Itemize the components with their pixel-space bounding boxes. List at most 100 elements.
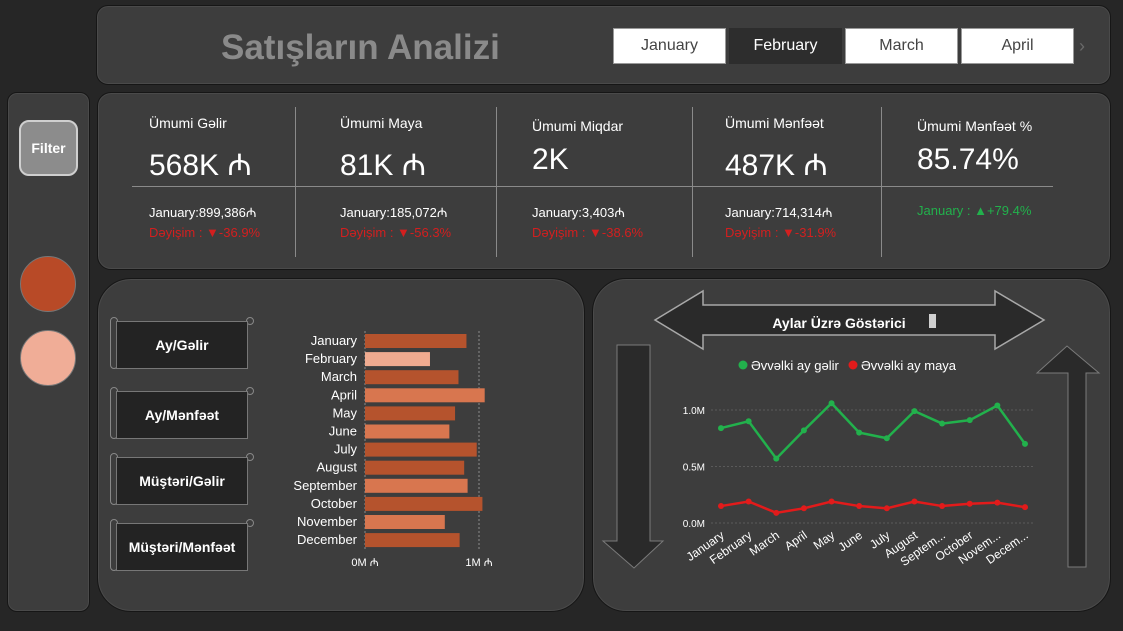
tab-march[interactable]: March <box>845 28 958 64</box>
line-point[interactable] <box>745 418 752 425</box>
bar[interactable] <box>365 334 467 348</box>
kpi-title: Ümumi Mənfəət % <box>917 118 1033 134</box>
line-point[interactable] <box>883 435 890 442</box>
line-point[interactable] <box>939 420 946 427</box>
line-point[interactable] <box>883 505 890 512</box>
down-arrow-icon <box>601 344 665 569</box>
line-point[interactable] <box>800 505 807 512</box>
bar-category-label: October <box>311 496 358 511</box>
bar[interactable] <box>365 352 430 367</box>
kpi-change: Dəyişim : ▼-56.3% <box>340 225 452 240</box>
sidebar: Filter <box>7 92 90 612</box>
kpi-previous: January:714,314₼ <box>725 205 833 220</box>
bar[interactable] <box>365 442 477 457</box>
line-point[interactable] <box>856 429 863 436</box>
kpi-value: 487K ₼ <box>725 149 828 182</box>
dark-orange-circle[interactable] <box>20 256 76 312</box>
chevron-right-icon[interactable]: › <box>1079 36 1085 57</box>
line-point[interactable] <box>1022 440 1028 447</box>
bar[interactable] <box>365 496 483 511</box>
bar-category-label: August <box>317 460 358 475</box>
tab-february[interactable]: February <box>729 28 842 64</box>
ay-menfeet-button[interactable]: Ay/Mənfəət <box>110 387 254 439</box>
tab-april[interactable]: April <box>961 28 1074 64</box>
line-point[interactable] <box>911 498 918 505</box>
line-x-tick: March <box>747 528 782 559</box>
line-point[interactable] <box>994 499 1001 506</box>
kpi-divider <box>692 107 693 257</box>
bar[interactable] <box>365 406 456 421</box>
line-point[interactable] <box>718 425 724 432</box>
line-point[interactable] <box>966 500 973 507</box>
line-point[interactable] <box>994 402 1001 409</box>
light-orange-circle[interactable] <box>20 330 76 386</box>
kpi-title: Ümumi Mənfəət <box>725 115 824 131</box>
line-chart-title: Aylar Üzrə Göstərici <box>772 315 905 331</box>
button-label: Müştəri/Mənfəət <box>116 523 248 571</box>
line-point[interactable] <box>939 503 946 510</box>
line-point[interactable] <box>800 427 807 434</box>
page-title: Satışların Analizi <box>221 28 500 67</box>
month-tabs: January February March April <box>613 28 1074 64</box>
bar[interactable] <box>365 370 459 385</box>
kpi-previous: January:3,403₼ <box>532 205 625 220</box>
line-point[interactable] <box>966 417 973 424</box>
legend-label: Əvvəlki ay gəlir <box>751 358 839 373</box>
ay-gelir-button[interactable]: Ay/Gəlir <box>110 317 254 369</box>
bar-category-label: March <box>321 369 357 384</box>
kpi-title: Ümumi Miqdar <box>532 118 624 134</box>
bar[interactable] <box>365 460 465 475</box>
line-y-tick: 1.0M <box>683 406 705 417</box>
line-point[interactable] <box>828 498 835 505</box>
line-point[interactable] <box>828 400 835 407</box>
line-series[interactable] <box>720 401 1027 461</box>
kpi-divider <box>295 107 296 257</box>
line-point[interactable] <box>718 503 724 510</box>
header-panel: Satışların Analizi January February Marc… <box>96 5 1111 85</box>
kpi-change: January : ▲+79.4% <box>917 203 1032 218</box>
line-point[interactable] <box>745 498 752 505</box>
line-y-tick: 0.5M <box>683 463 705 474</box>
line-x-tick: April <box>782 528 810 553</box>
line-point[interactable] <box>773 509 780 516</box>
kpi-divider <box>496 107 497 257</box>
kpi-change: Dəyişim : ▼-36.9% <box>149 225 261 240</box>
button-label: Ay/Gəlir <box>116 321 248 369</box>
kpi-title: Ümumi Gəlir <box>149 115 227 131</box>
bar[interactable] <box>365 388 485 403</box>
monthly-indicator-line-chart: Aylar Üzrə Göstərici Əvvəlki ay gəlir Əvv… <box>601 289 1101 569</box>
line-x-tick: May <box>811 528 838 552</box>
bar-category-label: December <box>297 532 358 547</box>
bar-category-label: April <box>331 387 357 402</box>
bar-category-label: June <box>329 424 357 439</box>
bar-chart-panel: Ay/Gəlir Ay/Mənfəət Müştəri/Gəlir Müştər… <box>97 278 585 612</box>
filter-button[interactable]: Filter <box>19 120 78 176</box>
kpi-title: Ümumi Maya <box>340 115 423 131</box>
button-label: Ay/Mənfəət <box>116 391 248 439</box>
kpi-divider <box>132 186 1053 187</box>
bar-x-tick: 0M ₼ <box>351 557 378 569</box>
legend-label: Əvvəlki ay maya <box>861 358 957 373</box>
kpi-value: 81K ₼ <box>340 149 427 182</box>
legend-marker <box>738 360 748 370</box>
legend-marker <box>848 360 858 370</box>
kpi-divider <box>881 107 882 257</box>
kpi-previous: January:899,386₼ <box>149 205 257 220</box>
bar[interactable] <box>365 515 445 529</box>
line-series[interactable] <box>720 500 1026 515</box>
bar[interactable] <box>365 478 468 493</box>
bar[interactable] <box>365 533 460 548</box>
line-chart-legend: Əvvəlki ay gəlir Əvvəlki ay maya <box>738 358 957 373</box>
musteri-menfeet-button[interactable]: Müştəri/Mənfəət <box>110 519 254 571</box>
musteri-gelir-button[interactable]: Müştəri/Gəlir <box>110 453 254 505</box>
line-point[interactable] <box>911 408 918 415</box>
cursor-marker <box>929 314 936 328</box>
line-point[interactable] <box>773 455 780 462</box>
line-point[interactable] <box>1022 504 1028 511</box>
bar-category-label: September <box>293 478 357 493</box>
tab-january[interactable]: January <box>613 28 726 64</box>
line-point[interactable] <box>856 503 863 510</box>
kpi-value: 85.74% <box>917 143 1019 176</box>
bar[interactable] <box>365 424 450 439</box>
button-label: Müştəri/Gəlir <box>116 457 248 505</box>
